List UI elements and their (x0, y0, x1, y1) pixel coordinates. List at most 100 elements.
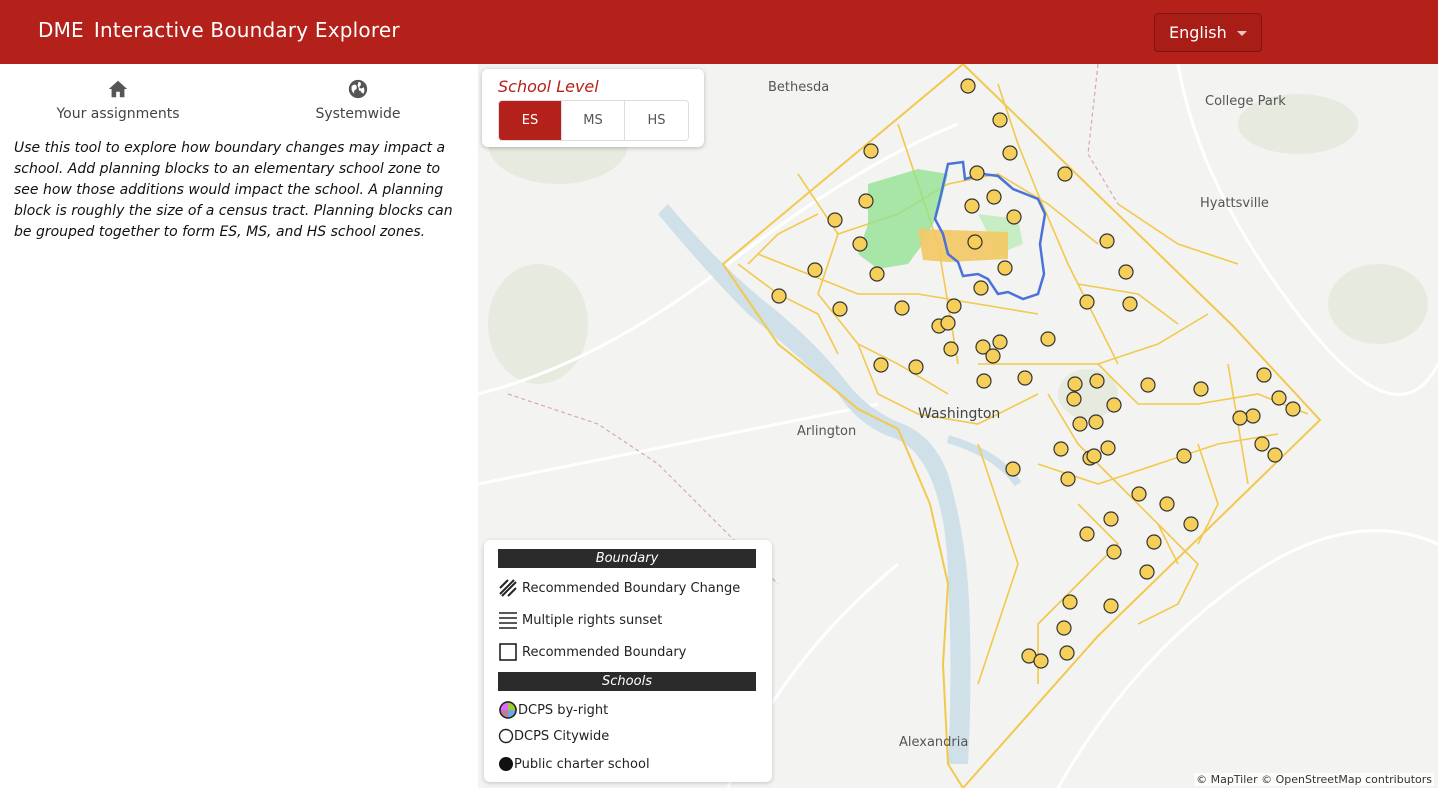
legend-label: Recommended Boundary Change (522, 580, 741, 596)
tab-label: Your assignments (56, 106, 180, 122)
map-view[interactable]: Bethesda College Park Hyattsville Washin… (478, 64, 1438, 788)
school-marker[interactable] (1176, 448, 1192, 464)
school-marker[interactable] (1066, 391, 1082, 407)
school-marker[interactable] (1100, 440, 1116, 456)
legend-boundary-header: Boundary (498, 549, 756, 568)
school-marker[interactable] (1232, 410, 1248, 426)
school-marker[interactable] (976, 373, 992, 389)
school-marker[interactable] (1079, 294, 1095, 310)
school-marker[interactable] (827, 212, 843, 228)
school-marker[interactable] (1040, 331, 1056, 347)
intro-text: Use this tool to explore how boundary ch… (14, 140, 453, 240)
school-marker[interactable] (1079, 526, 1095, 542)
legend-item-dcps-citywide: DCPS Citywide (498, 728, 609, 744)
place-label-bethesda: Bethesda (768, 80, 830, 95)
school-marker[interactable] (943, 341, 959, 357)
school-marker[interactable] (1106, 544, 1122, 560)
school-marker[interactable] (1056, 620, 1072, 636)
school-marker[interactable] (858, 193, 874, 209)
school-marker[interactable] (1062, 594, 1078, 610)
school-marker[interactable] (1245, 408, 1261, 424)
school-marker[interactable] (869, 266, 885, 282)
school-marker[interactable] (997, 260, 1013, 276)
school-marker[interactable] (1057, 166, 1073, 182)
school-marker[interactable] (1140, 377, 1156, 393)
school-marker[interactable] (946, 298, 962, 314)
school-marker[interactable] (1005, 461, 1021, 477)
school-marker[interactable] (1103, 511, 1119, 527)
level-es-button[interactable]: ES (499, 101, 562, 140)
place-label-college-park: College Park (1205, 94, 1286, 109)
multicolor-circle-icon (499, 701, 517, 719)
school-marker[interactable] (1053, 441, 1069, 457)
school-marker[interactable] (908, 359, 924, 375)
school-marker[interactable] (1017, 370, 1033, 386)
school-marker[interactable] (1193, 381, 1209, 397)
school-marker[interactable] (1099, 233, 1115, 249)
school-marker[interactable] (1060, 471, 1076, 487)
school-level-toggle: ES MS HS (498, 100, 689, 141)
school-marker[interactable] (1059, 645, 1075, 661)
home-icon (108, 80, 128, 98)
school-marker[interactable] (940, 315, 956, 331)
school-marker[interactable] (852, 236, 868, 252)
school-marker[interactable] (1271, 390, 1287, 406)
school-marker[interactable] (832, 301, 848, 317)
place-label-arlington: Arlington (797, 424, 857, 439)
school-marker[interactable] (1183, 516, 1199, 532)
school-marker[interactable] (1122, 296, 1138, 312)
school-marker[interactable] (1086, 448, 1102, 464)
school-marker[interactable] (1072, 416, 1088, 432)
school-marker[interactable] (1002, 145, 1018, 161)
school-marker[interactable] (1159, 496, 1175, 512)
school-marker[interactable] (973, 280, 989, 296)
school-marker[interactable] (807, 262, 823, 278)
legend-label: Recommended Boundary (522, 644, 687, 660)
school-marker[interactable] (873, 357, 889, 373)
school-marker[interactable] (1118, 264, 1134, 280)
school-marker[interactable] (894, 300, 910, 316)
chevron-down-icon (1237, 31, 1247, 36)
sidebar: Your assignments Systemwide Use this too… (0, 64, 478, 788)
school-marker[interactable] (1256, 367, 1272, 383)
legend-label: DCPS by-right (518, 702, 609, 718)
map-legend: Boundary Recommended Boundary Change Mul… (484, 540, 772, 782)
school-marker[interactable] (1131, 486, 1147, 502)
tab-systemwide[interactable]: Systemwide (258, 78, 458, 122)
school-marker[interactable] (1006, 209, 1022, 225)
school-marker[interactable] (967, 234, 983, 250)
school-markers (771, 78, 1301, 669)
school-marker[interactable] (1254, 436, 1270, 452)
school-marker[interactable] (969, 165, 985, 181)
tab-your-assignments[interactable]: Your assignments (18, 78, 218, 122)
school-marker[interactable] (1139, 564, 1155, 580)
place-label-alexandria: Alexandria (899, 735, 969, 750)
school-marker[interactable] (1088, 414, 1104, 430)
school-marker[interactable] (1146, 534, 1162, 550)
school-marker[interactable] (771, 288, 787, 304)
level-ms-button[interactable]: MS (562, 101, 625, 140)
school-marker[interactable] (1285, 401, 1301, 417)
school-marker[interactable] (992, 334, 1008, 350)
school-marker[interactable] (985, 348, 1001, 364)
school-marker[interactable] (1106, 397, 1122, 413)
tab-label: Systemwide (315, 106, 401, 122)
map-attribution[interactable]: © MapTiler © OpenStreetMap contributors (1194, 773, 1434, 786)
school-marker[interactable] (960, 78, 976, 94)
school-marker[interactable] (1089, 373, 1105, 389)
language-select[interactable]: English (1154, 13, 1262, 52)
level-hs-button[interactable]: HS (625, 101, 688, 140)
school-marker[interactable] (992, 112, 1008, 128)
school-marker[interactable] (1267, 447, 1283, 463)
school-marker[interactable] (964, 198, 980, 214)
school-marker[interactable] (986, 189, 1002, 205)
app-title: Interactive Boundary Explorer (93, 18, 400, 42)
school-marker[interactable] (1033, 653, 1049, 669)
app-header: DME Interactive Boundary Explorer English (0, 0, 1438, 64)
school-marker[interactable] (1103, 598, 1119, 614)
legend-item-recommended-boundary: Recommended Boundary (498, 642, 686, 662)
school-level-panel: School Level ES MS HS (482, 69, 704, 147)
school-marker[interactable] (863, 143, 879, 159)
school-marker[interactable] (1067, 376, 1083, 392)
legend-item-boundary-change: Recommended Boundary Change (498, 578, 740, 598)
